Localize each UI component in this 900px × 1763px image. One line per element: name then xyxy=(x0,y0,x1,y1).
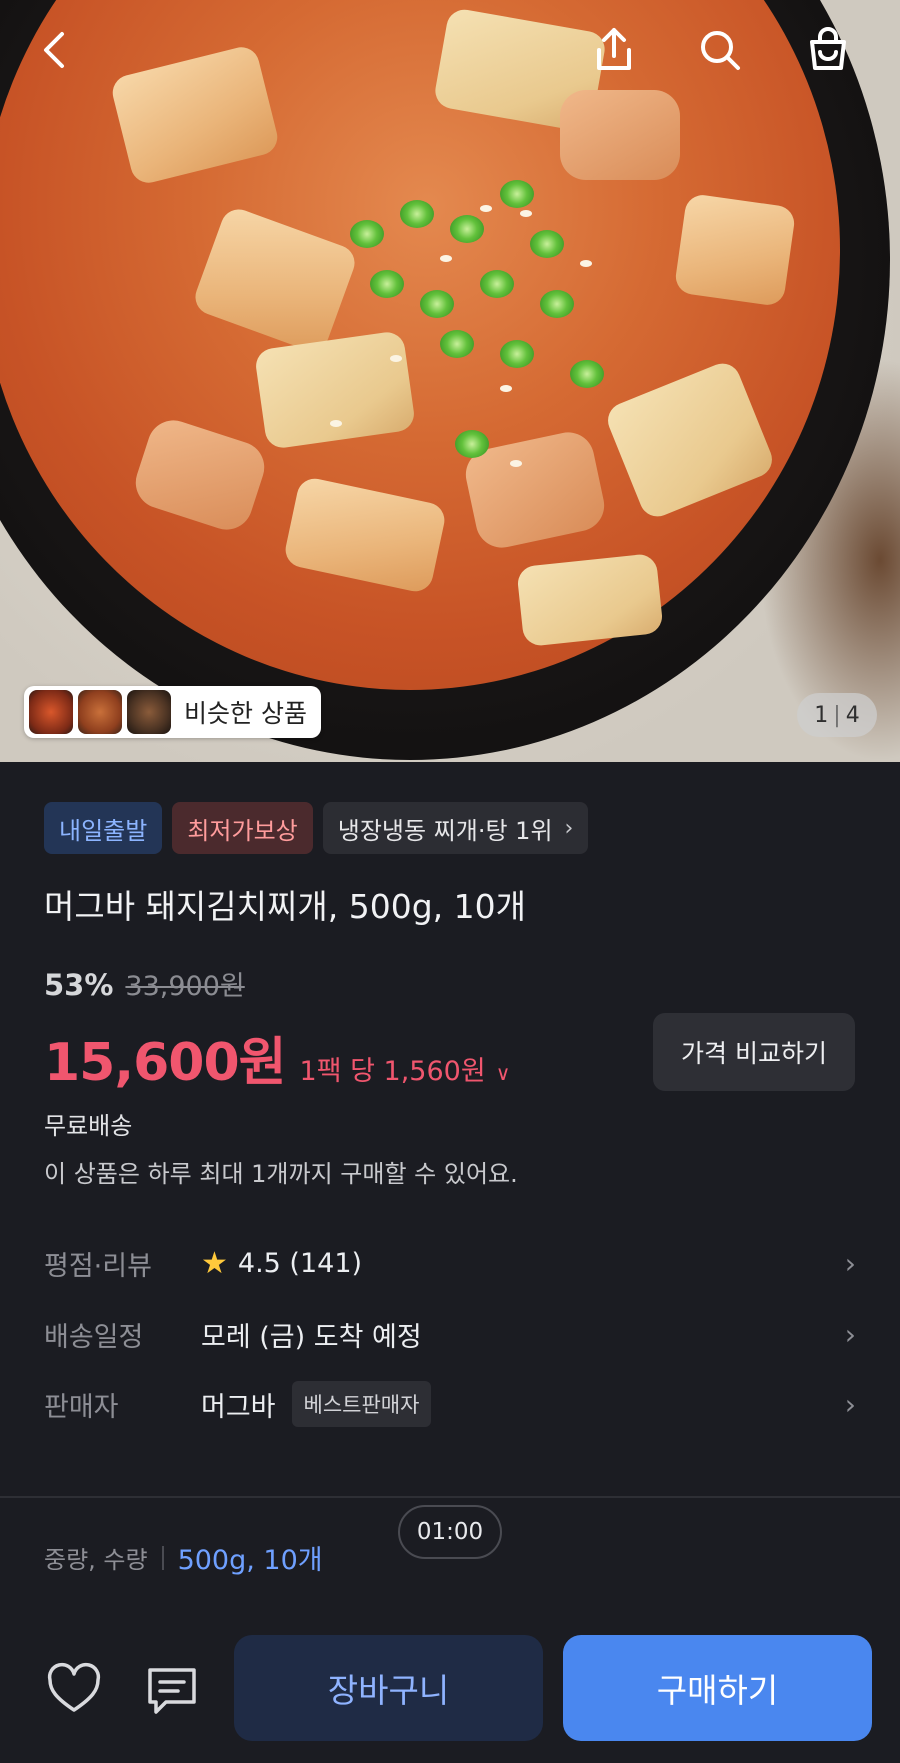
similar-products-chip[interactable]: 비슷한 상품 xyxy=(24,686,321,738)
chevron-right-icon: › xyxy=(564,815,574,841)
similar-thumb xyxy=(127,690,171,734)
page-separator: | xyxy=(833,702,841,728)
buy-now-button[interactable]: 구매하기 xyxy=(563,1635,872,1741)
similar-thumb xyxy=(78,690,122,734)
green-onion xyxy=(350,220,384,248)
image-page-indicator: 1 | 4 xyxy=(797,693,877,737)
rating-review-row[interactable]: 평점·리뷰 ★ 4.5 (141) › xyxy=(44,1233,856,1293)
kimchi-piece xyxy=(673,192,797,308)
sale-price: 15,600원 xyxy=(44,1033,287,1093)
sesame-seed xyxy=(520,210,532,217)
green-onion xyxy=(455,430,489,458)
similar-thumb xyxy=(29,690,73,734)
option-label: 중량, 수량 xyxy=(44,1546,148,1574)
category-rank-label: 냉장냉동 찌개·탕 1위 xyxy=(337,816,553,845)
chevron-right-icon: › xyxy=(844,1387,856,1421)
back-arrow-icon[interactable] xyxy=(26,20,86,80)
green-onion xyxy=(500,340,534,368)
rating-value: 4.5 (141) xyxy=(237,1247,363,1279)
star-icon: ★ xyxy=(201,1245,228,1281)
original-price: 33,900원 xyxy=(125,971,245,1002)
page-current: 1 xyxy=(814,702,829,728)
unit-price: 1팩 당 1,560원 xyxy=(299,1056,486,1087)
seller-value-group: 머그바 베스트판매자 xyxy=(201,1381,432,1427)
sesame-seed xyxy=(580,260,592,267)
delivery-schedule-row[interactable]: 배송일정 모레 (금) 도착 예정 › xyxy=(44,1304,856,1364)
purchase-limit-notice: 이 상품은 하루 최대 1개까지 구매할 수 있어요. xyxy=(44,1160,518,1188)
green-onion xyxy=(400,200,434,228)
delivery-label: 배송일정 xyxy=(44,1321,144,1353)
sesame-seed xyxy=(390,355,402,362)
badge-tomorrow-shipping: 내일출발 xyxy=(44,802,163,854)
seller-label: 판매자 xyxy=(44,1391,119,1423)
seller-row[interactable]: 판매자 머그바 베스트판매자 › xyxy=(44,1374,856,1434)
option-selector[interactable]: 중량, 수량 500g, 10개 xyxy=(44,1538,323,1577)
badge-category-rank[interactable]: 냉장냉동 찌개·탕 1위 › xyxy=(322,802,589,854)
price-compare-button[interactable]: 가격 비교하기 xyxy=(653,1013,855,1091)
product-image[interactable]: 비슷한 상품 1 | 4 xyxy=(0,0,900,762)
green-onion xyxy=(440,330,474,358)
sesame-seed xyxy=(330,420,342,427)
kimchi-piece xyxy=(516,552,664,648)
seller-name: 머그바 xyxy=(201,1391,276,1423)
sesame-seed xyxy=(500,385,512,392)
discount-rate: 53% xyxy=(44,968,114,1002)
shipping-info: 무료배송 xyxy=(44,1112,133,1140)
green-onion xyxy=(540,290,574,318)
badge-lowest-price: 최저가보상 xyxy=(172,802,313,854)
price-row: 15,600원 1팩 당 1,560원 ∨ xyxy=(44,1020,510,1095)
rating-value-group: ★ 4.5 (141) xyxy=(201,1246,362,1281)
heart-icon[interactable] xyxy=(42,1658,106,1722)
sesame-seed xyxy=(510,460,522,467)
section-divider xyxy=(0,1496,900,1498)
chevron-down-icon: ∨ xyxy=(495,1061,511,1085)
share-icon[interactable] xyxy=(584,20,644,80)
option-separator xyxy=(161,1545,164,1570)
chevron-right-icon: › xyxy=(844,1317,856,1351)
search-icon[interactable] xyxy=(690,20,750,80)
shopping-bag-icon[interactable] xyxy=(798,20,858,80)
pork-piece xyxy=(560,90,680,180)
option-value: 500g, 10개 xyxy=(177,1545,323,1576)
discount-row: 53% 33,900원 xyxy=(44,964,245,1003)
product-title: 머그바 돼지김치찌개, 500g, 10개 xyxy=(44,887,526,926)
similar-products-label: 비슷한 상품 xyxy=(184,699,307,728)
chevron-right-icon: › xyxy=(844,1246,856,1280)
best-seller-badge: 베스트판매자 xyxy=(291,1381,432,1427)
sesame-seed xyxy=(440,255,452,262)
delivery-value: 모레 (금) 도착 예정 xyxy=(201,1321,422,1353)
green-onion xyxy=(370,270,404,298)
sesame-seed xyxy=(480,205,492,212)
add-to-cart-button[interactable]: 장바구니 xyxy=(234,1635,543,1741)
chat-icon[interactable] xyxy=(140,1658,204,1722)
timer-badge: 01:00 xyxy=(398,1505,502,1559)
green-onion xyxy=(420,290,454,318)
green-onion xyxy=(480,270,514,298)
green-onion xyxy=(450,215,484,243)
badge-row: 내일출발 최저가보상 냉장냉동 찌개·탕 1위 › xyxy=(44,802,589,854)
green-onion xyxy=(530,230,564,258)
rating-label: 평점·리뷰 xyxy=(44,1250,152,1282)
unit-price-toggle[interactable]: 1팩 당 1,560원 ∨ xyxy=(300,1049,511,1088)
page-total: 4 xyxy=(845,702,860,728)
kimchi-piece xyxy=(253,330,417,450)
green-onion xyxy=(570,360,604,388)
green-onion xyxy=(500,180,534,208)
